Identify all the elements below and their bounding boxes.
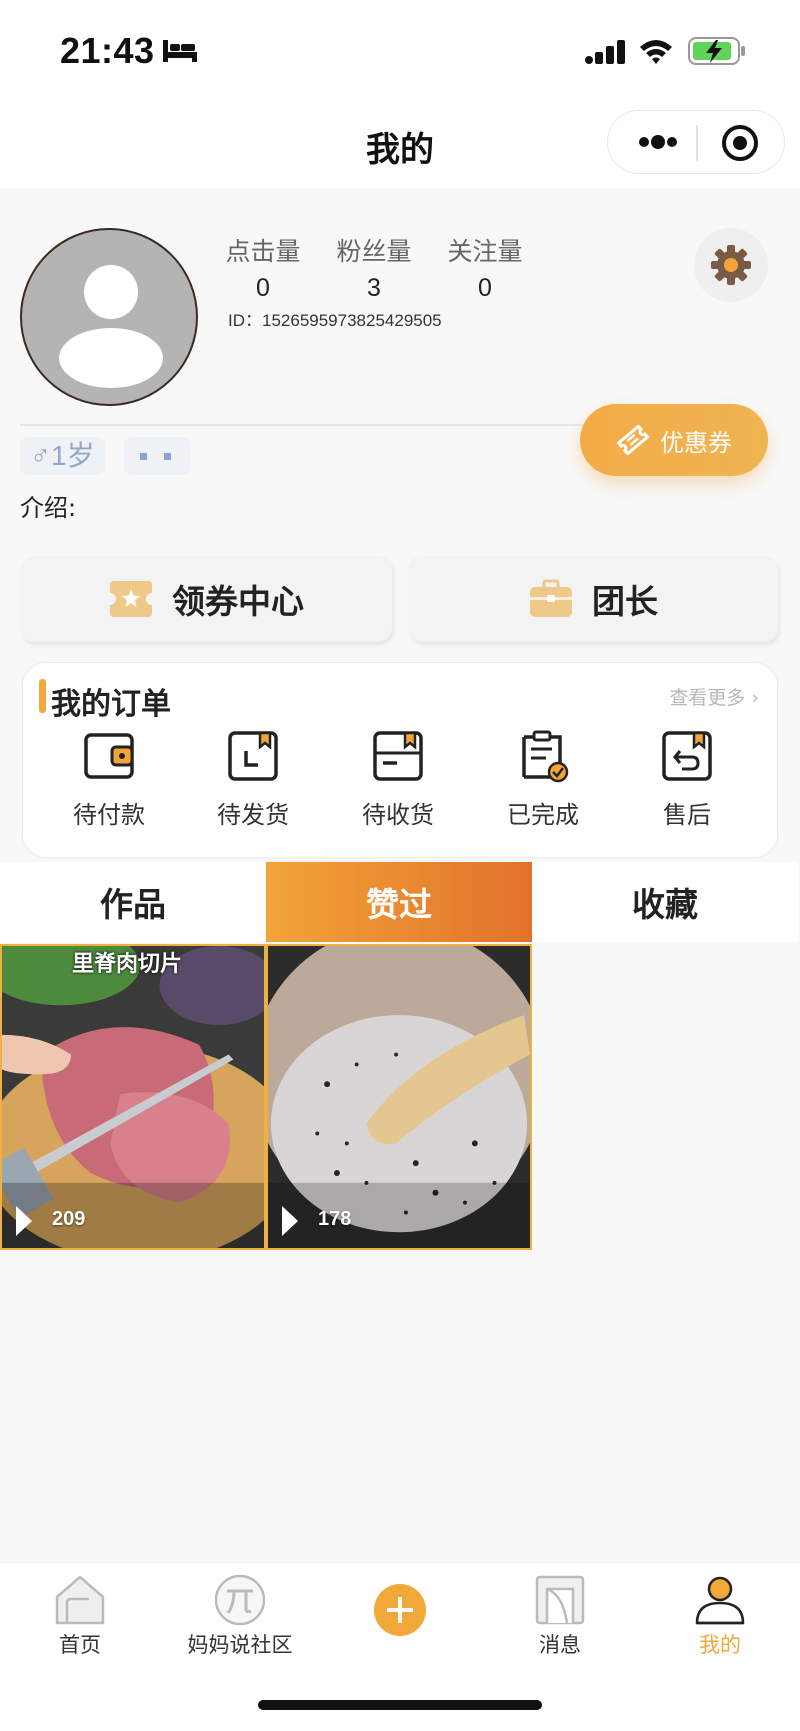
- orders-accent-bar: [39, 679, 46, 713]
- tabbar-item-home[interactable]: 首页: [0, 1573, 160, 1659]
- tab-liked[interactable]: 赞过: [266, 862, 532, 942]
- cellular-signal-icon: [585, 40, 625, 64]
- user-icon: [695, 1576, 745, 1625]
- briefcase-icon: [530, 579, 572, 617]
- stat-value: 0: [256, 274, 270, 302]
- stat-label: 点击量: [225, 237, 301, 266]
- order-pending-payment[interactable]: 待付款: [49, 729, 169, 830]
- view-count: 209: [52, 1208, 86, 1230]
- order-after-sale[interactable]: 售后: [627, 729, 747, 830]
- bed-icon: [163, 40, 197, 62]
- tag-chip: [124, 437, 190, 475]
- coupon-center-icon: [110, 581, 152, 617]
- return-box-icon: [662, 731, 712, 781]
- clipboard-check-icon: [522, 730, 569, 783]
- team-leader-label: 团长: [592, 582, 658, 621]
- tabbar-item-messages[interactable]: 消息: [480, 1573, 640, 1659]
- coupon-button[interactable]: 优惠券: [580, 404, 768, 476]
- stat-fans[interactable]: 粉丝量 3: [319, 232, 429, 303]
- order-label: 待收货: [362, 801, 434, 829]
- ship-box-icon: [228, 731, 278, 781]
- order-pending-receipt[interactable]: 待收货: [338, 729, 458, 830]
- coupon-label: 优惠券: [660, 428, 732, 457]
- stat-value: 0: [478, 274, 492, 302]
- wallet-icon: [84, 733, 134, 779]
- user-id: ID：1526595973825429505: [228, 311, 442, 330]
- home-icon: [55, 1575, 105, 1625]
- receive-box-icon: [373, 731, 423, 781]
- order-label: 待付款: [73, 801, 145, 829]
- tabbar-item-community[interactable]: 妈妈说社区: [160, 1573, 320, 1659]
- video-thumbnail-tea: [268, 946, 530, 1248]
- stat-value: 3: [367, 274, 381, 302]
- tabbar-label: 首页: [59, 1633, 101, 1657]
- video-thumbnail-meat: [2, 946, 264, 1248]
- nav-bar: 我的: [0, 100, 800, 188]
- stat-label: 粉丝量: [336, 237, 412, 266]
- coupon-center-label: 领券中心: [172, 582, 304, 621]
- status-bar: 21:43: [0, 0, 800, 100]
- orders-more-link[interactable]: 查看更多 ›: [669, 683, 759, 710]
- stat-clicks[interactable]: 点击量 0: [208, 232, 318, 303]
- orders-title: 我的订单: [51, 687, 171, 722]
- more-icon[interactable]: [630, 127, 686, 157]
- tab-favorites[interactable]: 收藏: [532, 862, 798, 942]
- gear-icon: [711, 245, 751, 285]
- intro-label: 介绍:: [20, 494, 77, 522]
- profile-divider: [20, 424, 610, 426]
- order-label: 待发货: [217, 801, 289, 829]
- home-indicator: [258, 1700, 542, 1710]
- coupon-center-button[interactable]: 领券中心: [20, 556, 392, 642]
- mini-program-capsule: [607, 110, 785, 174]
- wifi-icon: [640, 40, 672, 64]
- play-icon: [16, 1206, 32, 1236]
- tabbar-label: 妈妈说社区: [187, 1633, 293, 1657]
- ticket-icon: [616, 425, 650, 455]
- gender-age-badge: ♂1岁: [20, 437, 105, 475]
- default-avatar-icon: [59, 265, 163, 388]
- order-pending-shipment[interactable]: 待发货: [193, 729, 313, 830]
- message-icon: [535, 1575, 585, 1625]
- order-label: 售后: [663, 801, 711, 829]
- avatar[interactable]: [20, 228, 198, 406]
- tabbar-label: 消息: [539, 1633, 581, 1657]
- view-count: 178: [318, 1208, 352, 1230]
- play-icon: [282, 1206, 298, 1236]
- stat-label: 关注量: [447, 237, 523, 266]
- tabbar-label: 我的: [699, 1633, 741, 1657]
- orders-card: 我的订单 查看更多 › 待付款 待发货 待收货 已完成 售后: [22, 662, 778, 858]
- capsule-divider: [696, 125, 698, 161]
- tabbar-item-publish[interactable]: [320, 1583, 480, 1637]
- stat-following[interactable]: 关注量 0: [430, 232, 540, 303]
- close-target-icon[interactable]: [720, 123, 760, 163]
- order-completed[interactable]: 已完成: [483, 729, 603, 830]
- settings-button[interactable]: [694, 228, 768, 302]
- team-leader-button[interactable]: 团长: [408, 556, 778, 642]
- video-card[interactable]: 178: [266, 944, 532, 1250]
- video-card[interactable]: 里脊肉切片 209: [0, 944, 266, 1250]
- plus-icon: [374, 1584, 426, 1636]
- video-caption: 里脊肉切片: [72, 952, 183, 977]
- battery-charging-icon: [688, 37, 745, 65]
- status-time: 21:43: [60, 30, 155, 71]
- tabbar-item-me[interactable]: 我的: [640, 1573, 800, 1659]
- tab-works[interactable]: 作品: [0, 862, 266, 942]
- pi-icon: [214, 1574, 266, 1626]
- order-label: 已完成: [507, 801, 579, 829]
